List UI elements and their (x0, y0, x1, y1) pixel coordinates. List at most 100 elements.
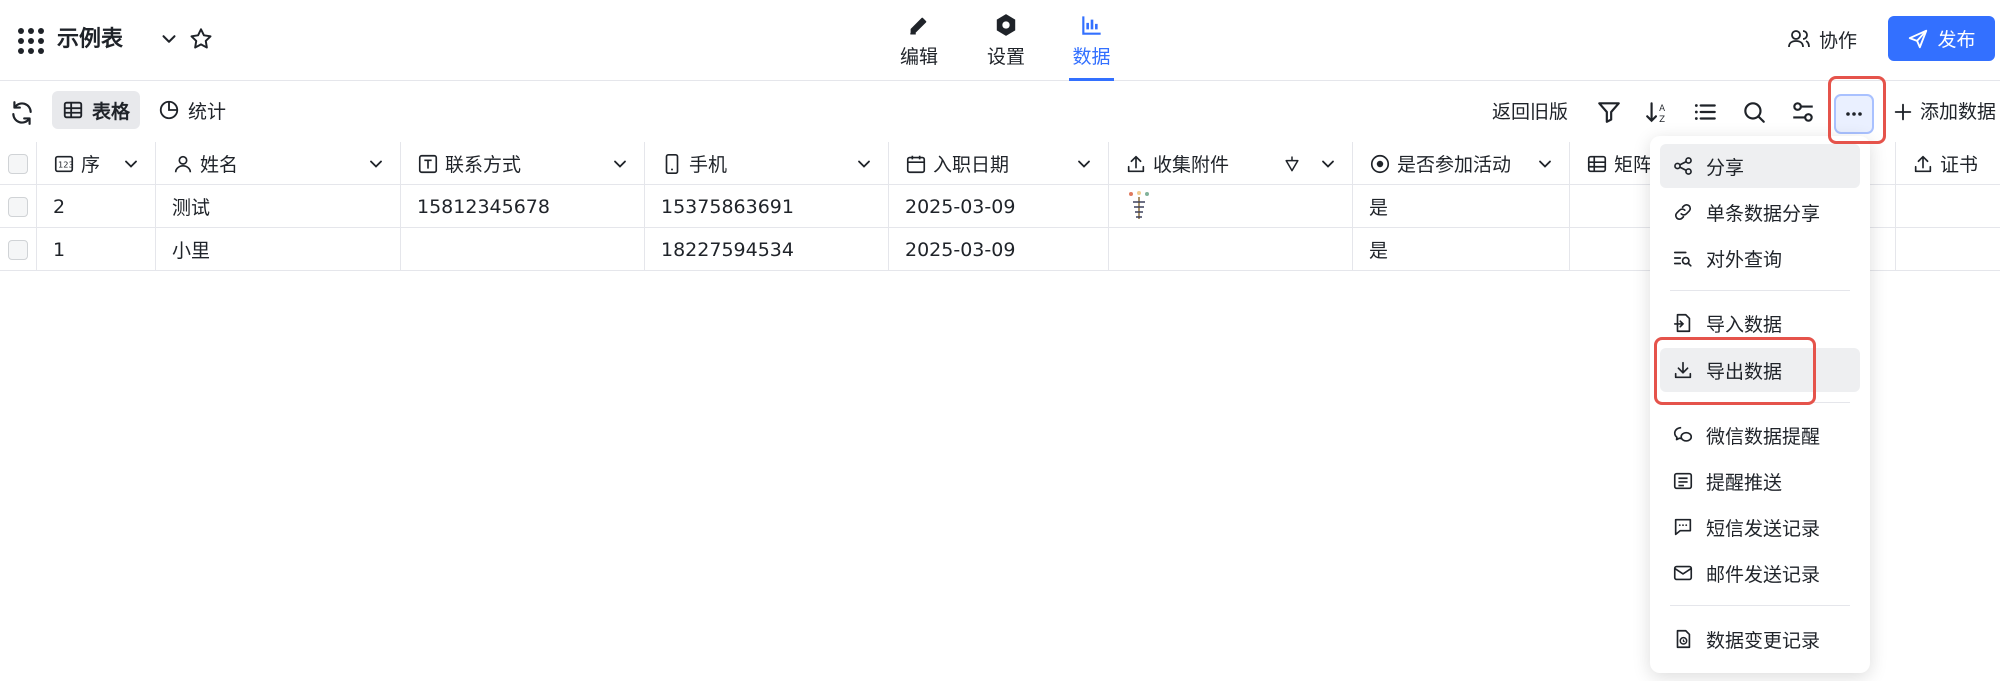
menu-item-reminder-push[interactable]: 提醒推送 (1660, 459, 1860, 503)
chevron-down-icon[interactable] (1318, 154, 1338, 174)
menu-item-single-share[interactable]: 单条数据分享 (1660, 190, 1860, 234)
column-header[interactable]: 联系方式 (401, 142, 645, 185)
menu-item-wechat-reminder[interactable]: 微信数据提醒 (1660, 413, 1860, 457)
sms-icon (1674, 518, 1692, 536)
chevron-down-icon[interactable] (854, 154, 874, 174)
chevron-down-icon[interactable] (1535, 154, 1555, 174)
attachment-thumbnail[interactable] (1125, 189, 1153, 224)
share-icon (1674, 157, 1692, 175)
menu-item-label: 分享 (1706, 156, 1745, 179)
list-icon[interactable] (1692, 99, 1718, 125)
row-checkbox[interactable] (8, 239, 28, 260)
radio-icon (1370, 154, 1390, 173)
cell-attachment[interactable] (1109, 185, 1353, 228)
tab-data[interactable]: 数据 (1069, 8, 1114, 81)
text-field-icon (418, 154, 438, 173)
table-icon (63, 101, 83, 119)
link-icon (1674, 203, 1692, 221)
column-header-label: 是否参加活动 (1397, 154, 1512, 176)
column-header-label: 证书 (1940, 154, 1979, 176)
menu-item-label: 邮件发送记录 (1706, 563, 1821, 586)
cell-date[interactable]: 2025-03-09 (889, 185, 1109, 228)
view-tab-label: 表格 (92, 100, 131, 123)
refresh-icon[interactable] (9, 100, 35, 126)
form-title[interactable]: 示例表 (57, 22, 123, 58)
sort-icon[interactable]: AZ (1644, 99, 1670, 125)
tab-label: 数据 (1072, 46, 1111, 68)
apps-grid-icon[interactable] (18, 28, 44, 54)
chevron-down-icon[interactable] (158, 28, 180, 50)
plus-icon (1894, 103, 1912, 121)
cell-seq[interactable]: 1 (37, 228, 156, 271)
column-header-label: 矩阵 (1614, 154, 1653, 176)
menu-item-label: 数据变更记录 (1706, 629, 1821, 652)
cell-phone[interactable]: 15375863691 (645, 185, 889, 228)
column-header[interactable]: 手机 (645, 142, 889, 185)
menu-item-label: 单条数据分享 (1706, 202, 1821, 225)
publish-button[interactable]: 发布 (1888, 16, 1995, 61)
matrix-icon (1587, 155, 1607, 172)
chevron-down-icon[interactable] (121, 154, 141, 174)
menu-item-external-query[interactable]: 对外查询 (1660, 236, 1860, 280)
cell-attend[interactable]: 是 (1353, 228, 1570, 271)
collab-label: 协作 (1819, 29, 1858, 52)
row-select-cell (0, 185, 37, 228)
pen-icon (910, 17, 927, 35)
bar-chart-icon (1081, 16, 1101, 35)
cell-name[interactable]: 测试 (156, 185, 401, 228)
column-header[interactable]: 姓名 (156, 142, 401, 185)
column-header[interactable]: 是否参加活动 (1353, 142, 1570, 185)
cell-seq[interactable]: 2 (37, 185, 156, 228)
search-icon[interactable] (1741, 99, 1767, 125)
return-old-version-link[interactable]: 返回旧版 (1492, 99, 1568, 125)
chevron-down-icon[interactable] (610, 154, 630, 174)
add-data-button[interactable]: 添加数据 (1892, 99, 1996, 125)
column-header-label: 收集附件 (1153, 154, 1230, 176)
chevron-down-icon[interactable] (366, 154, 386, 174)
cell-contact[interactable]: 15812345678 (401, 185, 645, 228)
number-icon: 123 (54, 155, 74, 172)
person-icon (174, 155, 192, 172)
row-checkbox[interactable] (8, 196, 28, 217)
collab-button[interactable]: 协作 (1787, 20, 1857, 58)
tab-label: 编辑 (899, 46, 938, 68)
view-stats-tab[interactable]: 统计 (148, 91, 236, 129)
menu-item-sms-log[interactable]: 短信发送记录 (1660, 505, 1860, 549)
tab-edit[interactable]: 编辑 (898, 8, 940, 81)
svg-text:A: A (1659, 104, 1665, 114)
tab-settings[interactable]: 设置 (985, 8, 1027, 81)
menu-item-mail-log[interactable]: 邮件发送记录 (1660, 551, 1860, 595)
column-header[interactable]: 收集附件 (1109, 142, 1353, 185)
chevron-down-icon[interactable] (1074, 154, 1094, 174)
menu-item-share[interactable]: 分享 (1660, 144, 1860, 188)
column-header[interactable]: 证书 (1896, 142, 2000, 185)
highlight-more-button (1828, 76, 1886, 144)
svg-text:Z: Z (1659, 115, 1665, 125)
filter-icon[interactable] (1596, 99, 1622, 125)
cell-attachment[interactable] (1109, 228, 1353, 271)
column-header[interactable]: 123 序 (37, 142, 156, 185)
view-table-tab[interactable]: 表格 (52, 91, 141, 129)
row-select-cell (0, 228, 37, 271)
menu-item-label: 短信发送记录 (1706, 517, 1821, 540)
wechat-icon (1673, 426, 1693, 442)
column-header[interactable]: 入职日期 (889, 142, 1109, 185)
search-list-icon (1673, 251, 1692, 267)
cell-name[interactable]: 小里 (156, 228, 401, 271)
import-icon (1673, 313, 1691, 333)
svg-text:123: 123 (58, 159, 74, 169)
users-icon (1788, 30, 1810, 48)
hexagon-settings-icon (996, 14, 1016, 36)
star-icon[interactable] (188, 26, 214, 52)
cell-certificate[interactable] (1896, 228, 2000, 271)
cell-contact[interactable] (401, 228, 645, 271)
cell-phone[interactable]: 18227594534 (645, 228, 889, 271)
cell-attend[interactable]: 是 (1353, 185, 1570, 228)
phone-icon (665, 153, 679, 174)
cell-date[interactable]: 2025-03-09 (889, 228, 1109, 271)
field-settings-icon[interactable] (1790, 99, 1816, 125)
required-marker-icon (1285, 156, 1299, 172)
cell-certificate[interactable] (1896, 185, 2000, 228)
select-all-checkbox[interactable] (8, 153, 28, 174)
menu-item-change-log[interactable]: 数据变更记录 (1660, 617, 1860, 661)
